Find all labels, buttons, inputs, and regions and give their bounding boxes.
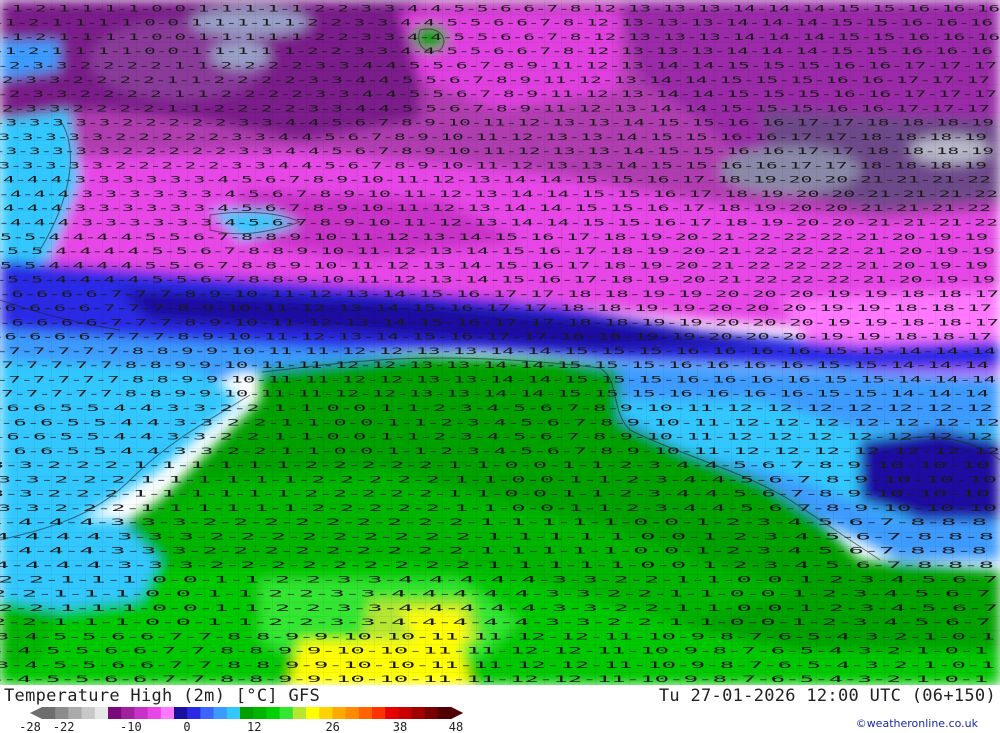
- scale-swatch: [213, 707, 228, 719]
- value-row: -1-2-1-1-1-1-0-0-1-1-1-1-1-2-2-3-3-4-4-5…: [0, 19, 993, 29]
- map-title: Temperature High (2m) [°C] GFS: [4, 686, 321, 706]
- value-row: 2-2-1-1-1-0-0-1-1-2-2-3-3-4-4-4-4-4-3-3-…: [0, 575, 998, 585]
- scale-tick-label: -10: [120, 720, 142, 733]
- value-row: -6-6-6-6-7-7-7-8-9-10-11-12-13-14-15-16-…: [0, 290, 999, 300]
- value-row: -2-3-3-2-2-2-2-1-1-2-2-2-2-3-3-4-4-5-5-6…: [0, 104, 990, 114]
- value-row: 2-2-1-1-1-0-0-1-1-2-2-3-3-4-4-4-4-4-3-3-…: [0, 604, 998, 614]
- scale-swatch: [226, 707, 241, 719]
- scale-arrow-right: [451, 707, 464, 719]
- copyright-link[interactable]: ©weatheronline.co.uk: [856, 717, 978, 730]
- scale-tick-label: -28: [19, 720, 41, 733]
- value-row: -2-3-3-2-2-2-2-1-1-2-2-2-2-3-3-4-4-5-5-6…: [0, 62, 997, 72]
- scale-swatch: [411, 707, 426, 719]
- scale-tick-label: 38: [393, 720, 407, 733]
- value-row: -7-7-7-7-7-8-8-9-9-10-11-11-12-12-13-13-…: [0, 347, 996, 357]
- forecast-map: -1-2-1-1-1-1-0-0-1-1-1-1-1-2-2-3-3-4-4-5…: [0, 0, 1000, 685]
- scale-swatch: [160, 707, 175, 719]
- scale-swatch: [424, 707, 439, 719]
- value-row: 3-3-2-2-2-1-1-1-1-1-1-2-2-2-2-2-1-1-0-0-…: [0, 504, 997, 514]
- value-row: -6-6-5-5-4-4-3-3-2-2-1-1-0-0-1-1-2-3-4-5…: [0, 418, 1000, 428]
- scale-swatch: [438, 707, 452, 719]
- scale-tick-label: -22: [53, 720, 75, 733]
- value-row: 3-4-5-5-6-6-7-7-8-8-9-9-10-10-11-11-12-1…: [0, 632, 995, 642]
- value-row: -3-3-3-3-3-2-2-2-2-2-3-3-4-4-5-6-7-8-9-1…: [0, 119, 994, 129]
- value-row: -6-6-5-5-4-4-3-3-2-2-1-1-0-0-1-1-2-3-4-5…: [0, 433, 993, 443]
- value-row: -1-2-1-1-1-1-0-0-1-1-1-1-1-2-2-3-3-4-4-5…: [0, 33, 1000, 43]
- color-scale-legend: -28 -22 -10 0 12 26 38 48: [19, 707, 464, 733]
- value-row: 3-3-2-2-2-1-1-1-1-1-1-2-2-2-2-2-1-1-0-0-…: [0, 475, 997, 485]
- value-row: -3-3-3-3-3-2-2-2-2-2-3-3-4-4-5-6-7-8-9-1…: [0, 147, 994, 157]
- scale-swatch: [94, 707, 109, 719]
- value-row: -6-6-5-5-4-4-3-3-2-2-1-1-0-0-1-1-2-3-4-5…: [0, 447, 1000, 457]
- value-row: -6-6-5-5-4-4-3-3-2-2-1-1-0-0-1-1-2-3-4-5…: [0, 404, 993, 414]
- scale-swatch: [174, 707, 188, 719]
- scale-tick-label: 48: [449, 720, 463, 733]
- scale-swatch: [108, 707, 122, 719]
- value-row: -4-4-4-3-3-3-3-3-3-4-5-6-7-8-9-10-11-12-…: [0, 219, 998, 229]
- scale-swatch: [42, 707, 56, 719]
- scale-swatch: [385, 707, 399, 719]
- scale-swatch: [292, 707, 307, 719]
- value-row: 3-4-5-5-6-6-7-7-8-8-9-9-10-10-11-11-12-1…: [0, 675, 988, 685]
- scale-swatch: [68, 707, 82, 719]
- value-row: 2-2-1-1-1-0-0-1-1-2-2-3-3-4-4-4-4-4-3-3-…: [0, 590, 991, 600]
- scale-swatch: [187, 707, 201, 719]
- value-row: -6-6-6-6-7-7-7-8-9-10-11-12-13-14-15-16-…: [0, 318, 999, 328]
- value-row: 4-4-4-4-3-3-3-2-2-2-2-2-2-2-2-2-1-1-1-1-…: [0, 518, 987, 528]
- value-row: -5-5-4-4-4-4-5-5-6-7-8-8-9-10-11-12-13-1…: [0, 233, 988, 243]
- value-row: 4-4-4-4-3-3-3-2-2-2-2-2-2-2-2-2-1-1-1-1-…: [0, 547, 987, 557]
- value-row: 2-2-1-1-1-0-0-1-1-2-2-3-3-4-4-4-4-4-3-3-…: [0, 618, 991, 628]
- scale-swatch: [134, 707, 148, 719]
- value-row: -2-3-3-2-2-2-2-1-1-2-2-2-2-3-3-4-4-5-5-6…: [0, 90, 997, 100]
- value-row: -6-6-6-6-7-7-7-8-9-10-11-12-13-14-15-16-…: [0, 304, 992, 314]
- map-footer: Temperature High (2m) [°C] GFS Tu 27-01-…: [0, 685, 1000, 733]
- value-row: 3-4-5-5-6-6-7-7-8-8-9-9-10-10-11-11-12-1…: [0, 661, 995, 671]
- value-row: -5-5-4-4-4-4-5-5-6-7-8-8-9-10-11-12-13-1…: [0, 276, 995, 286]
- scale-arrow-left: [30, 707, 42, 719]
- scale-swatch: [306, 707, 320, 719]
- value-row: -3-3-3-3-3-2-2-2-2-2-3-3-4-4-5-6-7-8-9-1…: [0, 133, 987, 143]
- value-row: -1-2-1-1-1-1-0-0-1-1-1-1-1-2-2-3-3-4-4-5…: [0, 47, 993, 57]
- value-row: 3-4-5-5-6-6-7-7-8-8-9-9-10-10-11-11-12-1…: [0, 647, 988, 657]
- value-row: 3-3-2-2-2-1-1-1-1-1-1-2-2-2-2-2-1-1-0-0-…: [0, 461, 990, 471]
- value-row: -6-6-6-6-7-7-7-8-9-10-11-12-13-14-15-16-…: [0, 333, 992, 343]
- scale-swatch: [253, 707, 267, 719]
- value-row: -2-3-3-2-2-2-2-1-1-2-2-2-2-3-3-4-4-5-5-6…: [0, 76, 990, 86]
- scale-swatch: [200, 707, 214, 719]
- value-row: -5-5-4-4-4-4-5-5-6-7-8-8-9-10-11-12-13-1…: [0, 261, 988, 271]
- value-row: 4-4-4-4-3-3-3-2-2-2-2-2-2-2-2-2-1-1-1-1-…: [0, 561, 994, 571]
- value-row: -3-3-3-3-3-2-2-2-2-2-3-3-4-4-5-6-7-8-9-1…: [0, 161, 987, 171]
- value-row: -7-7-7-7-7-8-8-9-9-10-11-11-12-12-13-13-…: [0, 376, 996, 386]
- scale-swatch: [319, 707, 333, 719]
- scale-swatch: [81, 707, 96, 719]
- value-row: -4-4-4-3-3-3-3-3-3-4-5-6-7-8-9-10-11-12-…: [0, 176, 991, 186]
- value-row: -4-4-4-3-3-3-3-3-3-4-5-6-7-8-9-10-11-12-…: [0, 204, 991, 214]
- value-row: 4-4-4-4-3-3-3-2-2-2-2-2-2-2-2-2-1-1-1-1-…: [0, 532, 994, 542]
- value-row: 3-3-2-2-2-1-1-1-1-1-1-2-2-2-2-2-1-1-0-0-…: [0, 490, 990, 500]
- value-row: -7-7-7-7-7-8-8-9-9-10-11-11-12-12-13-13-…: [0, 361, 989, 371]
- scale-tick-label: 26: [325, 720, 339, 733]
- value-row: -4-4-4-3-3-3-3-3-3-4-5-6-7-8-9-10-11-12-…: [0, 190, 998, 200]
- scale-tick-label: 0: [183, 720, 190, 733]
- scale-swatch: [358, 707, 373, 719]
- scale-swatch: [279, 707, 294, 719]
- scale-swatch: [345, 707, 360, 719]
- scale-swatch: [121, 707, 135, 719]
- scale-swatch: [55, 707, 69, 719]
- scale-swatch: [398, 707, 412, 719]
- scale-swatch: [240, 707, 254, 719]
- scale-tick-label: 12: [247, 720, 261, 733]
- scale-swatch: [332, 707, 346, 719]
- value-row: -5-5-4-4-4-4-5-5-6-7-8-8-9-10-11-12-13-1…: [0, 247, 995, 257]
- valid-time: Tu 27-01-2026 12:00 UTC (06+150): [658, 686, 996, 706]
- value-row: -7-7-7-7-7-8-8-9-9-10-11-11-12-12-13-13-…: [0, 390, 989, 400]
- value-row: -1-2-1-1-1-1-0-0-1-1-1-1-1-2-2-3-3-4-4-5…: [0, 4, 1000, 14]
- scale-swatch: [147, 707, 162, 719]
- scale-swatch: [372, 707, 386, 719]
- scale-swatch: [266, 707, 280, 719]
